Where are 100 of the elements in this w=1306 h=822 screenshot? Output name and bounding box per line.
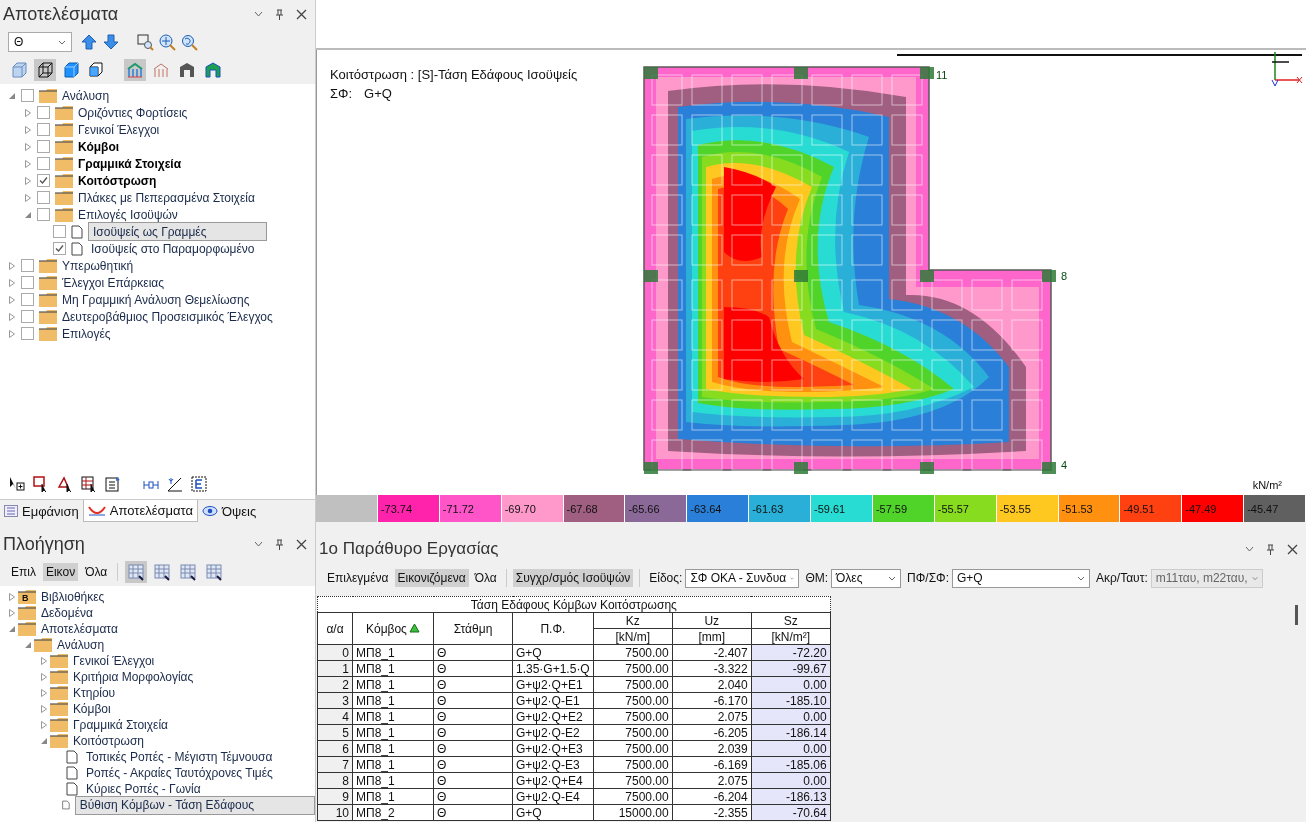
tree-item[interactable]: Ανάλυση <box>59 87 113 104</box>
expander-icon[interactable] <box>8 625 16 633</box>
expander-icon[interactable] <box>8 261 16 270</box>
pointer-add-icon[interactable] <box>8 475 26 493</box>
expander-icon[interactable] <box>8 609 16 617</box>
expander-icon[interactable] <box>8 593 16 601</box>
close-icon[interactable] <box>296 8 307 20</box>
level-select[interactable]: Θ <box>8 32 72 52</box>
dropdown-icon[interactable] <box>254 11 263 17</box>
sync-contours-button[interactable]: Συγχρ/σμός Ισοϋψών <box>512 569 634 587</box>
checkbox[interactable] <box>21 310 34 323</box>
filter-button[interactable]: Όλα <box>82 563 111 581</box>
checkbox[interactable] <box>37 208 50 221</box>
dropdown-field[interactable]: Όλες <box>831 568 902 588</box>
filter-button[interactable]: Επιλ <box>8 563 39 581</box>
tree-item[interactable]: Αποτελέσματα <box>38 621 121 637</box>
panel-tab[interactable]: Όψεις <box>198 500 261 522</box>
table-icon[interactable] <box>125 561 148 583</box>
expander-icon[interactable] <box>24 159 32 168</box>
tree-item[interactable]: Βιβλιοθήκες <box>38 589 108 605</box>
down-arrow-icon[interactable] <box>102 33 120 51</box>
tree-item[interactable]: Ροπές - Ακραίες Ταυτόχρονες Τιμές <box>83 765 276 781</box>
zoom-window-icon[interactable] <box>136 33 154 51</box>
checkbox[interactable] <box>37 191 50 204</box>
zoom-previous-icon[interactable] <box>180 33 198 51</box>
tree-item[interactable]: Κριτήρια Μορφολογίας <box>70 669 197 685</box>
polygon-select-icon[interactable] <box>56 475 74 493</box>
expander-icon[interactable] <box>40 705 48 713</box>
expander-icon[interactable] <box>24 108 32 117</box>
checkbox[interactable] <box>37 140 50 153</box>
expander-icon[interactable] <box>24 210 32 219</box>
expander-icon[interactable] <box>24 125 32 134</box>
dropdown-icon[interactable] <box>1245 546 1254 552</box>
column-header[interactable]: Uz <box>672 612 752 629</box>
expander-icon[interactable] <box>40 673 48 681</box>
tree-item[interactable]: Κόμβοι <box>75 138 123 155</box>
tree-item[interactable]: Γενικοί Έλεγχοι <box>75 121 163 138</box>
checkbox[interactable] <box>21 259 34 272</box>
tree-item[interactable]: Ανάλυση <box>54 637 108 653</box>
grid-select-icon[interactable] <box>80 475 98 493</box>
checkbox[interactable] <box>53 225 66 238</box>
zoom-extents-icon[interactable] <box>158 33 176 51</box>
close-icon[interactable] <box>296 538 307 550</box>
checkbox[interactable] <box>21 89 34 102</box>
column-header[interactable]: Sz <box>751 612 831 629</box>
expander-icon[interactable] <box>24 176 32 185</box>
tree-item[interactable]: Δεδομένα <box>38 605 96 621</box>
checkbox[interactable] <box>37 106 50 119</box>
dropdown-icon[interactable] <box>254 541 263 547</box>
checkbox[interactable] <box>37 174 50 187</box>
expander-icon[interactable] <box>8 329 16 338</box>
pin-icon[interactable] <box>275 8 284 20</box>
expander-icon[interactable] <box>24 193 32 202</box>
checkbox[interactable] <box>37 123 50 136</box>
expander-icon[interactable] <box>24 641 32 649</box>
expander-icon[interactable] <box>40 721 48 729</box>
tree-item[interactable]: Τοπικές Ροπές - Μέγιστη Τέμνουσα <box>83 749 276 765</box>
tree-item[interactable]: Κοιτόστρωση <box>75 172 160 189</box>
expander-icon[interactable] <box>8 278 16 287</box>
tree-item[interactable]: Γραμμικά Στοιχεία <box>75 155 185 172</box>
up-arrow-icon[interactable] <box>80 33 98 51</box>
column-header[interactable]: Στάθμη <box>433 612 513 645</box>
filter-button[interactable]: Εικονιζόμενα <box>394 569 469 587</box>
table-frame-icon[interactable] <box>190 475 208 493</box>
clipboard-icon[interactable] <box>104 475 122 493</box>
wireframe-cube-icon[interactable] <box>34 59 56 81</box>
tree-item[interactable]: Κόμβοι <box>70 701 114 717</box>
expander-icon[interactable] <box>40 657 48 665</box>
frame-icon[interactable] <box>124 59 146 81</box>
tree-item[interactable]: Επιλογές Ισοϋψών <box>75 206 181 223</box>
tree-item[interactable]: Μη Γραμμική Ανάλυση Θεμελίωσης <box>59 291 253 308</box>
close-icon[interactable] <box>1287 543 1298 555</box>
filter-button[interactable]: Επιλεγμένα <box>324 569 392 587</box>
checkbox[interactable] <box>21 327 34 340</box>
checkbox[interactable] <box>53 242 66 255</box>
scrollbar[interactable] <box>1295 605 1298 625</box>
column-header[interactable]: α/α <box>317 612 353 645</box>
tree-item[interactable]: Πλάκες με Πεπερασμένα Στοιχεία <box>75 189 258 206</box>
tree-item[interactable]: Ισοϋψείς στο Παραμορφωμένο <box>88 240 258 257</box>
filter-button[interactable]: Εικον <box>42 563 79 581</box>
expander-icon[interactable] <box>40 689 48 697</box>
panel-tab[interactable]: Αποτελέσματα <box>82 500 198 522</box>
column-header[interactable]: Κόμβος <box>352 612 434 645</box>
dropdown-field[interactable]: ΣΦ ΟΚΑ - Συνδυα <box>685 568 800 588</box>
tree-item[interactable]: Έλεγχοι Επάρκειας <box>59 274 168 291</box>
expander-icon[interactable] <box>8 91 16 100</box>
checkbox[interactable] <box>37 157 50 170</box>
tree-item[interactable]: Γενικοί Έλεγχοι <box>70 653 158 669</box>
column-header[interactable]: Kz <box>593 612 673 629</box>
pin-icon[interactable] <box>275 538 284 550</box>
pin-icon[interactable] <box>1266 543 1275 555</box>
expander-icon[interactable] <box>40 737 48 745</box>
tree-item[interactable]: Κύριες Ροπές - Γωνία <box>83 781 204 797</box>
tree-item[interactable]: Βύθιση Κόμβων - Τάση Εδάφους <box>74 795 315 815</box>
tree-item[interactable]: Ισοϋψείς ως Γραμμές <box>88 222 268 241</box>
filter-button[interactable]: Όλα <box>471 569 500 587</box>
tree-item[interactable]: Γραμμικά Στοιχεία <box>70 717 171 733</box>
angle-icon[interactable] <box>166 475 184 493</box>
tree-item[interactable]: Οριζόντιες Φορτίσεις <box>75 104 191 121</box>
expander-icon[interactable] <box>24 142 32 151</box>
